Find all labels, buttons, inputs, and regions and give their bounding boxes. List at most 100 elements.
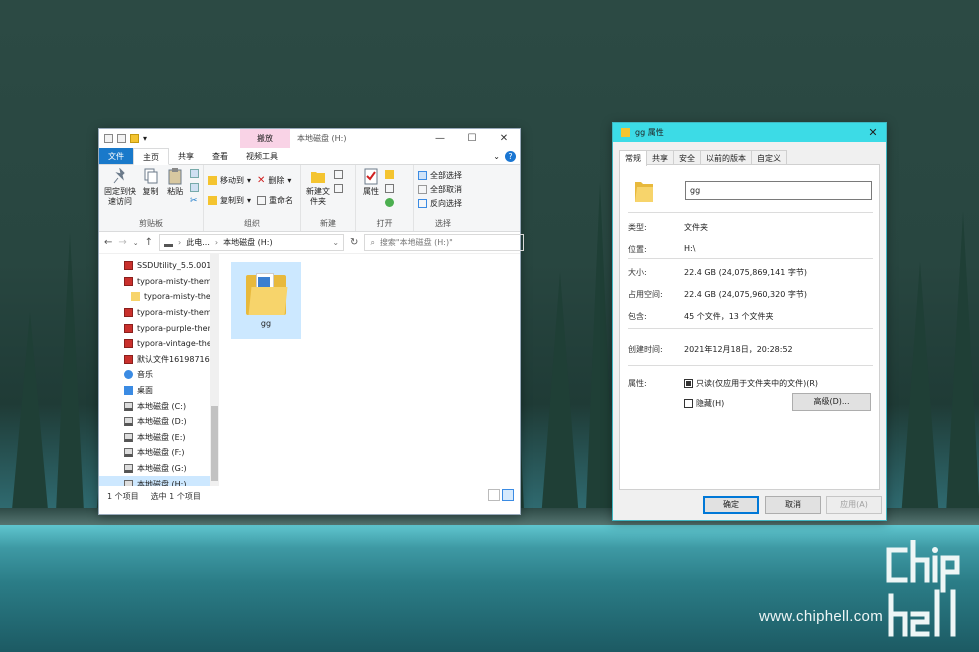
cancel-button[interactable]: 取消 [765, 496, 821, 514]
ribbon: 固定到快速访问 复制 粘贴 ✂ 剪贴板 移动到 ▾ 复制到 ▾ ✕ 删除 ▾ 重… [99, 165, 520, 232]
advanced-button[interactable]: 高级(D)... [792, 393, 871, 411]
quick-access-toolbar: ▾ [99, 134, 147, 143]
hidden-checkbox[interactable]: 隐藏(H) [684, 398, 724, 409]
tree-item-label: typora-vintage-ther [137, 339, 216, 349]
tab-previous-versions[interactable]: 以前的版本 [700, 150, 752, 165]
minimize-button[interactable]: — [424, 129, 456, 148]
customize-qat-icon[interactable]: ▾ [143, 134, 147, 143]
tab-general[interactable]: 常规 [619, 150, 647, 166]
copy-path-icon[interactable] [190, 183, 199, 192]
new-folder-label: 新建文件夹 [306, 187, 330, 206]
tab-customize[interactable]: 自定义 [751, 150, 787, 165]
tree-item[interactable]: typora-misty-then [99, 289, 219, 305]
tree-item[interactable]: 本地磁盘 (E:) [99, 430, 219, 446]
new-item-icon[interactable] [333, 170, 343, 179]
tree-item[interactable]: 默认文件161987160 [99, 352, 219, 368]
large-icons-view-icon[interactable] [502, 489, 514, 501]
address-dropdown-icon[interactable]: ⌄ [332, 238, 339, 247]
delete-button[interactable]: ✕ 删除 ▾ [257, 173, 293, 187]
back-icon[interactable]: ← [104, 237, 112, 248]
tree-item[interactable]: typora-purple-then [99, 320, 219, 336]
maximize-button[interactable]: ☐ [456, 129, 488, 148]
select-none-button[interactable]: 全部取消 [418, 182, 468, 196]
invert-selection-button[interactable]: 反向选择 [418, 196, 468, 210]
tab-sharing[interactable]: 共享 [646, 150, 674, 165]
pin-quick-access-button[interactable]: 固定到快速访问 [103, 168, 137, 207]
tree-item-label: 本地磁盘 (C:) [137, 401, 187, 411]
copy-button[interactable]: 复制 [140, 168, 162, 197]
tree-item[interactable]: typora-misty-theme [99, 305, 219, 321]
select-all-button[interactable]: 全部选择 [418, 168, 468, 182]
tab-video-tools[interactable]: 视频工具 [237, 148, 287, 164]
tree-item[interactable]: typora-misty-theme [99, 274, 219, 290]
properties-label: 属性 [363, 187, 379, 196]
tree-item-label: 本地磁盘 (G:) [137, 464, 187, 474]
desktop-icon [124, 386, 133, 396]
properties-check-icon[interactable] [117, 134, 126, 143]
new-folder-icon[interactable] [130, 134, 139, 143]
tab-home[interactable]: 主页 [133, 148, 169, 165]
cut-icon[interactable] [190, 169, 199, 178]
general-page: gg 类型: 文件夹 位置: H:\ 大小: 22.4 GB (24,075,869,… [619, 164, 880, 490]
history-icon[interactable] [384, 198, 394, 207]
copy-to-icon [208, 195, 217, 205]
recent-locations-icon[interactable]: ⌄ [133, 239, 139, 247]
tab-share[interactable]: 共享 [169, 148, 203, 164]
size-value: 22.4 GB (24,075,869,141 字节) [684, 268, 807, 277]
breadcrumb-this-pc[interactable]: 此电... [186, 237, 210, 248]
copy-to-button[interactable]: 复制到 ▾ [208, 193, 251, 207]
tree-item[interactable]: 本地磁盘 (F:) [99, 445, 219, 461]
tree-item[interactable]: 本地磁盘 (D:) [99, 414, 219, 430]
edit-icon[interactable] [384, 184, 394, 193]
tree-silhouette [10, 312, 50, 532]
paste-shortcut-icon[interactable]: ✂ [190, 197, 199, 206]
readonly-checkbox[interactable]: 只读(仅应用于文件夹中的文件)(R) [684, 378, 818, 389]
tree-item[interactable]: 音乐 [99, 367, 219, 383]
select-none-icon [418, 184, 427, 194]
tab-security[interactable]: 安全 [673, 150, 701, 165]
navigation-scrollbar[interactable] [210, 254, 219, 486]
move-to-button[interactable]: 移动到 ▾ [208, 173, 251, 187]
rename-button[interactable]: 重命名 [257, 193, 293, 207]
properties-button[interactable]: 属性 [360, 168, 382, 197]
paste-button[interactable]: 粘贴 [164, 168, 186, 197]
new-folder-button[interactable]: 新建文件夹 [305, 168, 331, 207]
folder-name-input[interactable]: gg [685, 181, 872, 200]
zip-icon [124, 308, 133, 318]
expand-ribbon-icon[interactable]: ⌄ [493, 152, 500, 161]
close-button[interactable]: ✕ [488, 129, 520, 148]
up-icon[interactable]: ↑ [145, 237, 153, 248]
tree-item[interactable]: SSDUtility_5.5.0013_ [99, 258, 219, 274]
details-view-icon[interactable] [488, 489, 500, 501]
forward-icon[interactable]: → [118, 237, 126, 248]
tree-item[interactable]: 桌面 [99, 383, 219, 399]
tree-item-label: 本地磁盘 (F:) [137, 448, 185, 458]
refresh-icon[interactable]: ↻ [350, 237, 358, 248]
hidden-label: 隐藏(H) [696, 399, 725, 408]
type-value: 文件夹 [684, 223, 708, 232]
disk-size-label: 占用空间: [628, 290, 663, 299]
select-group: 全部选择 全部取消 反向选择 选择 [414, 165, 472, 231]
help-icon[interactable]: ? [505, 151, 516, 162]
ok-button[interactable]: 确定 [703, 496, 759, 514]
easy-access-icon[interactable] [333, 184, 343, 193]
open-icon[interactable] [384, 170, 394, 179]
invert-selection-label: 反向选择 [430, 198, 462, 208]
tree-item[interactable]: 本地磁盘 (G:) [99, 461, 219, 477]
scrollbar-thumb[interactable] [211, 406, 218, 481]
tree-item-label: 默认文件161987160 [137, 354, 215, 364]
close-button[interactable]: ✕ [860, 123, 886, 142]
folder-item[interactable]: gg [231, 262, 301, 339]
tree-item[interactable]: 本地磁盘 (H:) [99, 476, 219, 486]
tab-file[interactable]: 文件 [99, 148, 133, 164]
open-group: 属性 打开 [356, 165, 414, 231]
apply-button[interactable]: 应用(A) [826, 496, 882, 514]
search-input[interactable]: ⌕ 搜索"本地磁盘 (H:)" [364, 234, 525, 251]
status-bar: 1 个项目 选中 1 个项目 [99, 486, 520, 506]
location-value: H:\ [684, 244, 696, 253]
tab-view[interactable]: 查看 [203, 148, 237, 164]
tree-item[interactable]: typora-vintage-ther [99, 336, 219, 352]
address-bar[interactable]: › 此电... › 本地磁盘 (H:) ⌄ [159, 234, 345, 251]
breadcrumb-drive-h[interactable]: 本地磁盘 (H:) [223, 237, 273, 248]
tree-item[interactable]: 本地磁盘 (C:) [99, 398, 219, 414]
